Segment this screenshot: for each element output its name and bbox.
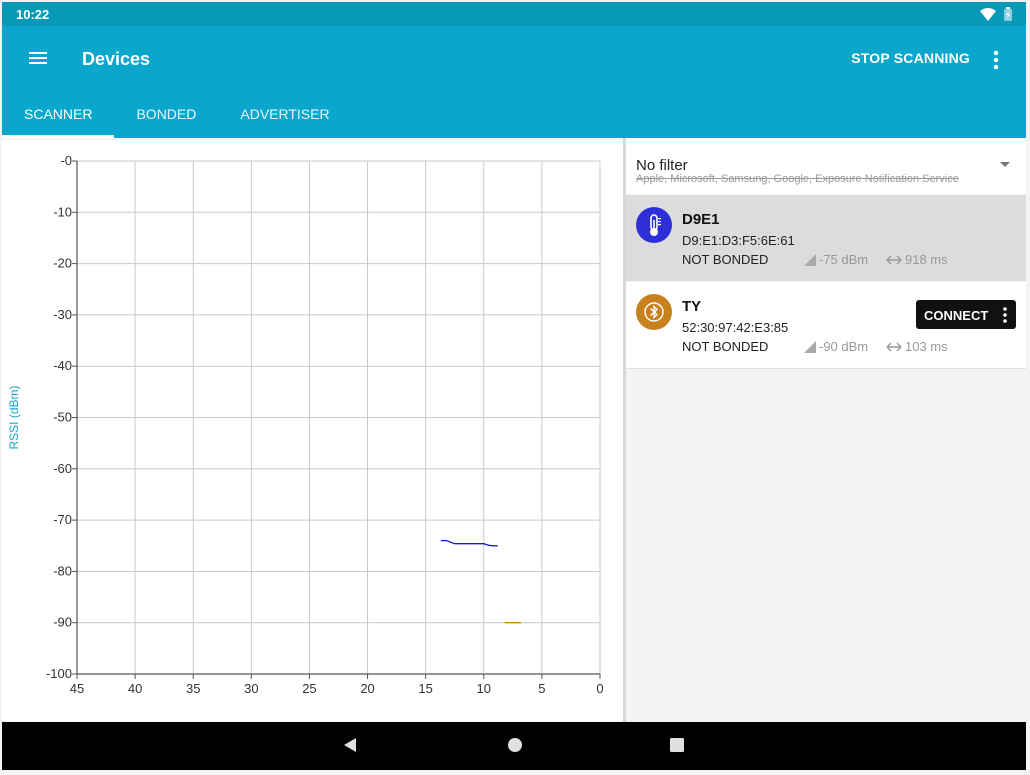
y-tick-label: -10 <box>53 204 72 219</box>
bluetooth-icon <box>636 294 672 330</box>
page-title: Devices <box>82 49 151 69</box>
x-tick-label: 10 <box>477 681 491 696</box>
stop-scanning-button[interactable]: STOP SCANNING <box>851 50 970 66</box>
y-tick-label: -100 <box>46 666 72 681</box>
rssi-chart: 45 40 35 30 25 20 15 10 5 0 -0 -10 -20 -30 -40 -50 -60 -7… <box>7 153 604 696</box>
home-icon[interactable] <box>506 736 524 754</box>
device-interval-value: 918 ms <box>905 252 948 267</box>
device-bond-state: NOT BONDED <box>682 339 769 354</box>
tab-bonded[interactable]: BONDED <box>114 102 218 138</box>
y-tick-label: -30 <box>53 307 72 322</box>
status-icons <box>980 7 1012 21</box>
x-tick-label: 0 <box>596 681 603 696</box>
y-tick-label: -20 <box>53 256 72 271</box>
device-address: 52:30:97:42:E3:85 <box>682 320 789 335</box>
connect-button[interactable]: CONNECT <box>916 300 1016 329</box>
battery-icon <box>1004 7 1012 21</box>
status-time: 10:22 <box>16 7 50 22</box>
interval-arrows-icon <box>886 342 902 351</box>
dropdown-arrow-icon <box>1000 162 1010 167</box>
wifi-icon <box>980 7 996 21</box>
device-item[interactable]: TY 52:30:97:42:E3:85 NOT BONDED -90 dBm … <box>626 282 1026 369</box>
signal-icon <box>804 340 816 353</box>
status-bar: 10:22 <box>2 2 1026 26</box>
device-rssi-value: -75 dBm <box>819 252 869 267</box>
x-tick-label: 45 <box>70 681 84 696</box>
device-interval-value: 103 ms <box>905 339 948 354</box>
y-tick-label: -40 <box>53 358 72 373</box>
y-axis-label: RSSI (dBm) <box>7 385 21 449</box>
device-rssi: -90 dBm <box>804 339 868 354</box>
y-tick-label: -70 <box>53 512 72 527</box>
device-item[interactable]: D9E1 D9:E1:D3:F5:6E:61 NOT BONDED -75 dB… <box>626 195 1026 281</box>
app-bar: Devices STOP SCANNING SCANNER BONDED ADV… <box>2 26 1026 138</box>
device-name: D9E1 <box>682 211 720 228</box>
x-tick-label: 35 <box>186 681 200 696</box>
y-tick-label: -90 <box>53 615 72 630</box>
x-tick-label: 20 <box>360 681 374 696</box>
device-rssi-value: -90 dBm <box>819 339 869 354</box>
menu-icon[interactable] <box>26 46 50 70</box>
filter-dropdown[interactable]: No filter Apple, Microsoft, Samsung, Goo… <box>626 138 1026 194</box>
x-tick-label: 5 <box>538 681 545 696</box>
recents-icon[interactable] <box>668 736 686 754</box>
back-icon[interactable] <box>342 736 358 754</box>
more-options-icon[interactable] <box>986 48 1006 72</box>
device-interval: 103 ms <box>886 339 948 354</box>
device-interval: 918 ms <box>886 252 948 267</box>
x-tick-label: 30 <box>244 681 258 696</box>
signal-icon <box>804 253 816 266</box>
device-list-panel: No filter Apple, Microsoft, Samsung, Goo… <box>626 138 1026 722</box>
x-tick-label: 15 <box>418 681 432 696</box>
x-tick-label: 40 <box>128 681 142 696</box>
x-tick-label: 25 <box>302 681 316 696</box>
y-tick-label: -50 <box>53 410 72 425</box>
tab-bar: SCANNER BONDED ADVERTISER <box>2 102 352 138</box>
filter-subtitle: Apple, Microsoft, Samsung, Google, Expos… <box>636 173 959 185</box>
device-name: TY <box>682 298 702 315</box>
device-bond-state: NOT BONDED <box>682 252 769 267</box>
y-tick-label: -0 <box>60 153 72 168</box>
y-tick-label: -60 <box>53 461 72 476</box>
connect-label: CONNECT <box>924 308 989 323</box>
device-address: D9:E1:D3:F5:6E:61 <box>682 233 795 248</box>
more-options-icon[interactable] <box>1002 306 1008 324</box>
rssi-graph-panel: 45 40 35 30 25 20 15 10 5 0 -0 -10 -20 -30 -40 -50 -60 -7… <box>2 140 623 721</box>
tab-advertiser[interactable]: ADVERTISER <box>218 102 351 138</box>
filter-title: No filter <box>636 157 688 174</box>
navigation-bar <box>2 722 1026 770</box>
device-rssi: -75 dBm <box>804 252 868 267</box>
y-tick-label: -80 <box>53 563 72 578</box>
thermometer-icon <box>636 207 672 243</box>
interval-arrows-icon <box>886 255 902 264</box>
tab-scanner[interactable]: SCANNER <box>2 102 115 138</box>
